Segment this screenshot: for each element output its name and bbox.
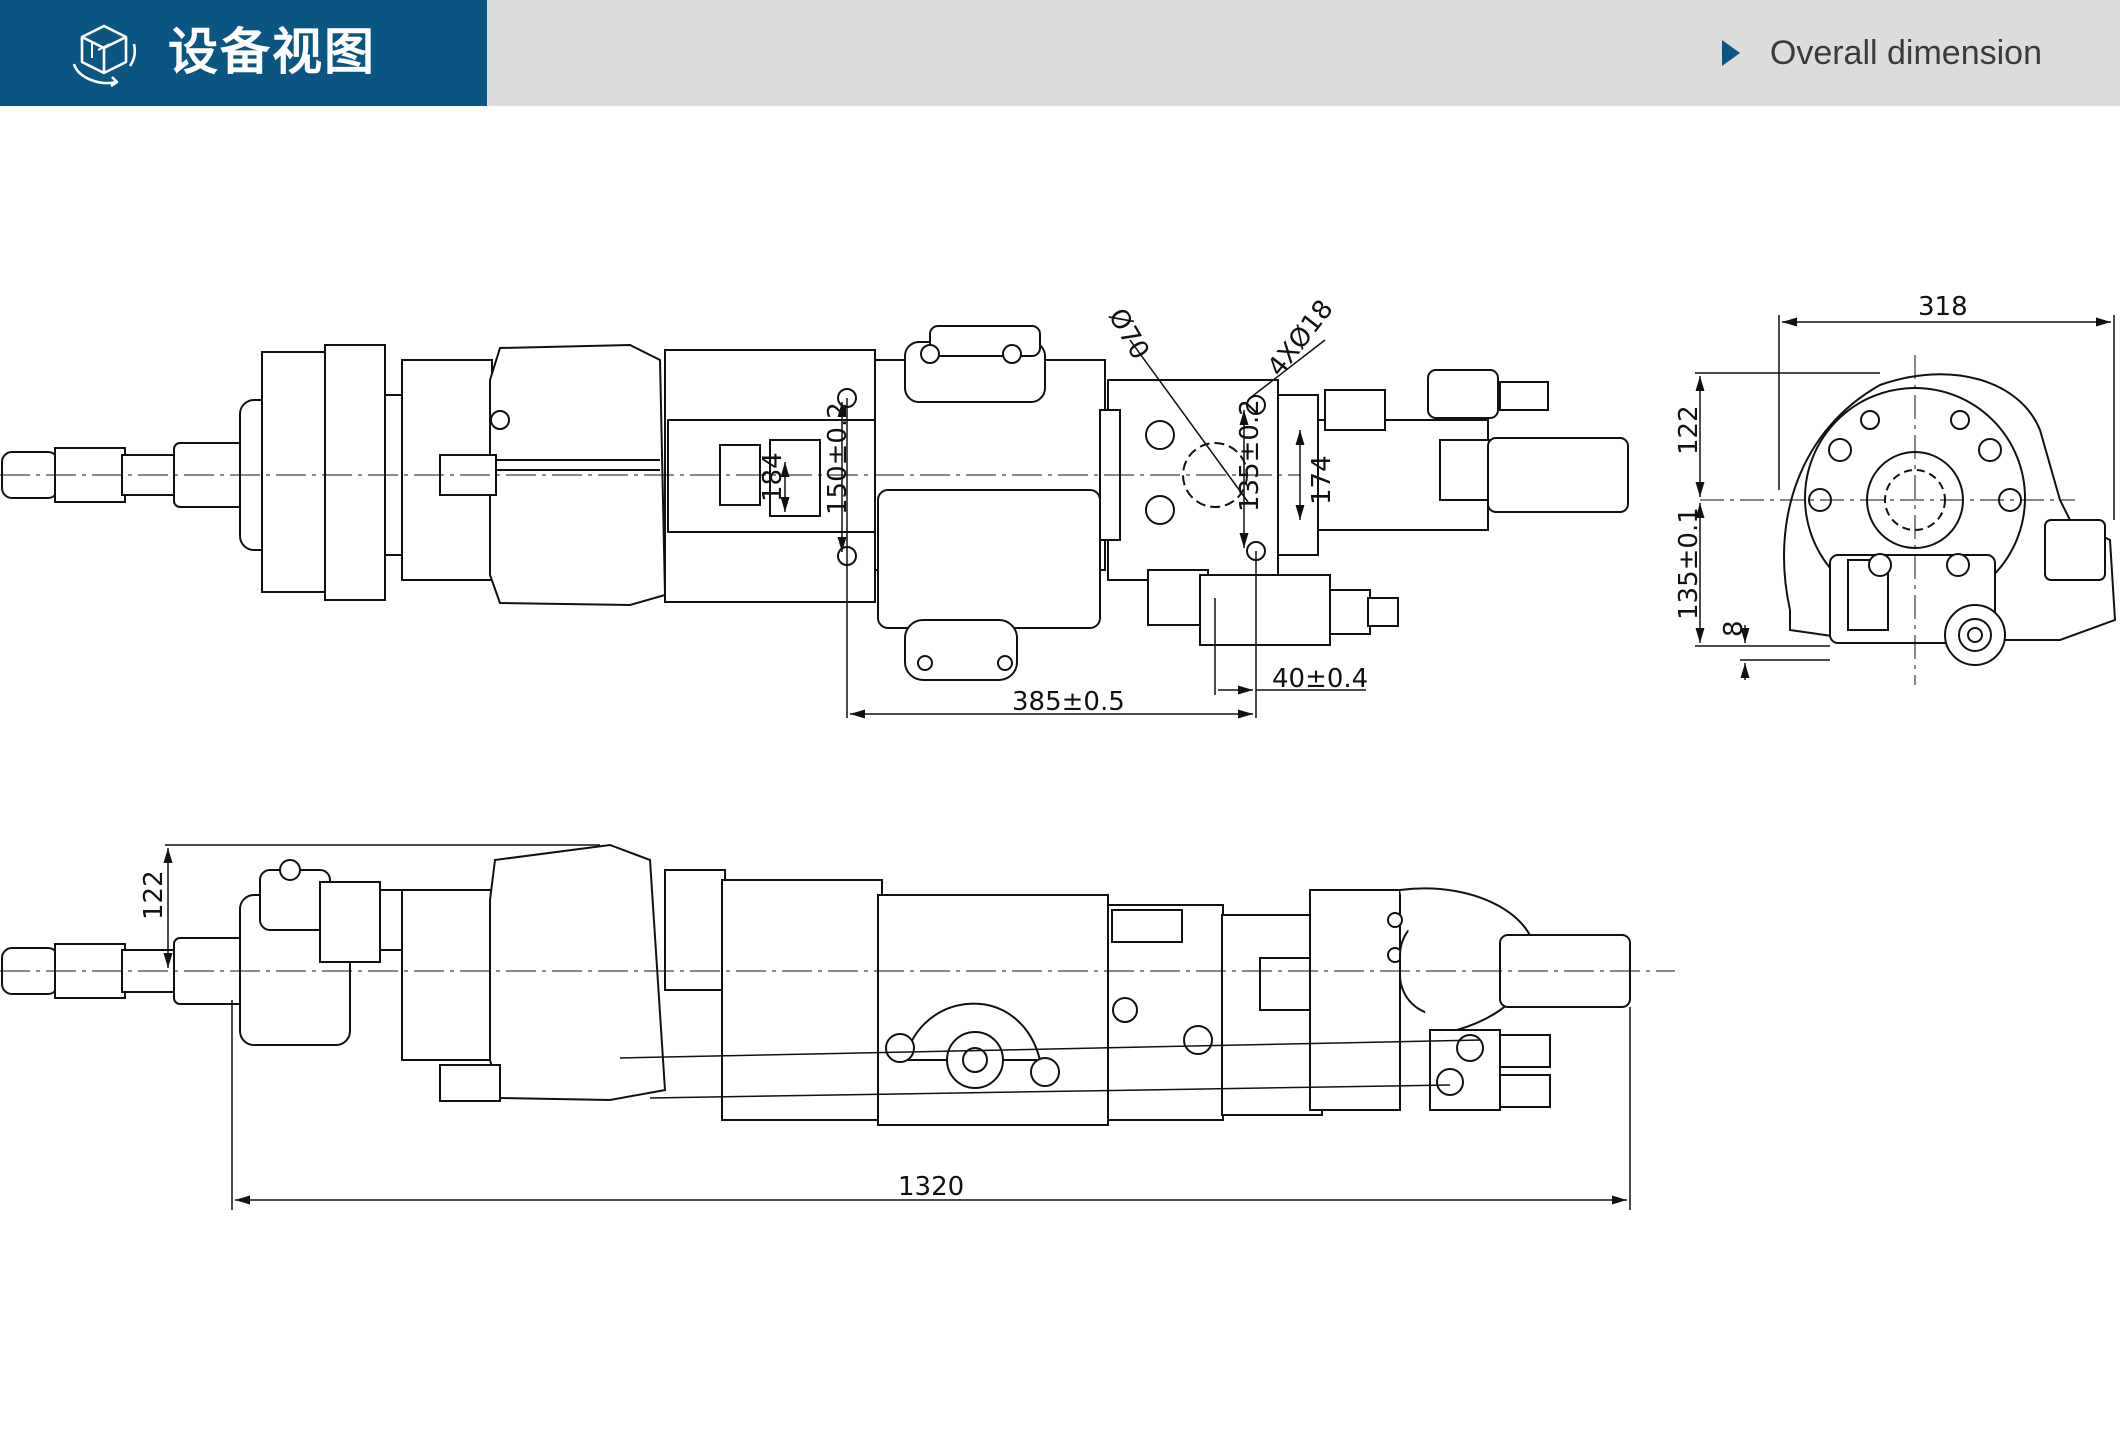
dim-top-v184: 184: [758, 452, 788, 502]
technical-drawing: Ø70 4XØ18 150±0.2 184 135±0.2 174 385±0.…: [0, 292, 2117, 1210]
dim-top-h385: 385±0.5: [1012, 687, 1125, 717]
dim-end-w318: 318: [1918, 292, 1968, 322]
dim-top-dia: Ø70: [1102, 304, 1155, 365]
dim-top-v150: 150±0.2: [823, 402, 853, 515]
dim-top-v174: 174: [1307, 455, 1337, 505]
dim-end-v8: 8: [1719, 620, 1749, 637]
dim-end-v122: 122: [1674, 405, 1704, 455]
dim-side-h1320: 1320: [898, 1172, 964, 1202]
end-view: [1700, 355, 2117, 685]
side-view: [0, 843, 1675, 1126]
top-view: [0, 325, 1629, 681]
dim-top-v135: 135±0.2: [1235, 399, 1265, 512]
dim-side-v122: 122: [139, 870, 169, 920]
dim-top-h40: 40±0.4: [1272, 664, 1368, 694]
dim-top-holes: 4XØ18: [1262, 295, 1340, 383]
dim-end-v135: 135±0.1: [1674, 507, 1704, 620]
